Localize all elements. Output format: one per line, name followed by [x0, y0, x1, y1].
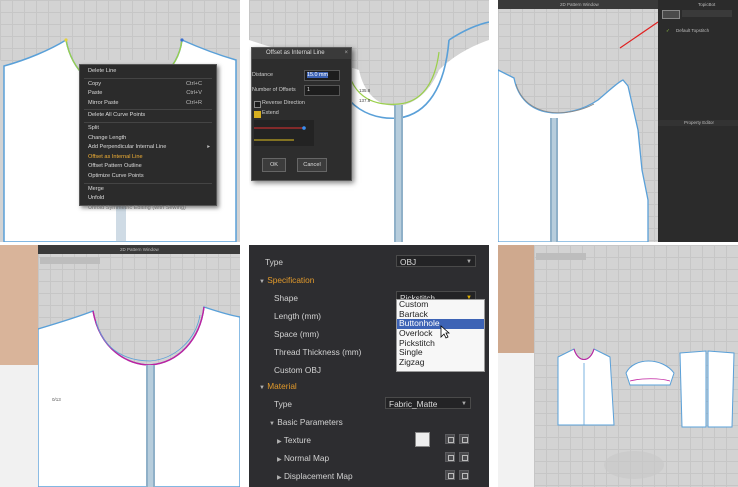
distance-field[interactable]: 15.0 mm: [304, 70, 340, 81]
ok-button[interactable]: OK: [262, 158, 286, 172]
menu-item[interactable]: Copy Ctrl+C: [80, 80, 216, 90]
custom-obj-label: Custom OBJ: [274, 365, 322, 375]
texture-browse-icon[interactable]: [445, 434, 455, 444]
material-type-label: Type: [274, 399, 292, 409]
avatar-render: [498, 245, 534, 487]
cursor-icon: [440, 325, 450, 339]
menu-item-disabled: Unfold Symmetric Editing (with Sewing): [88, 204, 186, 211]
panel-context-menu: Delete Line Copy Ctrl+C Paste Ctrl+V Mirro…: [0, 0, 240, 242]
submenu-arrow-icon: ▸: [207, 144, 210, 151]
pattern-canvas-6[interactable]: [534, 245, 738, 487]
shape-label: Shape: [274, 293, 298, 303]
menu-item[interactable]: Add Perpendicular Internal Line ▸: [80, 143, 216, 153]
property-editor-header: Property Editor: [684, 120, 715, 125]
thread-label: Thread Thickness (mm): [274, 347, 362, 357]
close-icon[interactable]: ×: [344, 48, 348, 59]
offsets-field[interactable]: 1: [304, 85, 340, 96]
menu-item[interactable]: Paste Ctrl+V: [80, 89, 216, 99]
side-panel: TopicBot Default Topstitch ✓ Property Ed…: [658, 0, 738, 242]
cancel-button[interactable]: Cancel: [297, 158, 327, 172]
length-label: Length (mm): [274, 311, 322, 321]
offset-preview-icon: [254, 120, 314, 146]
avatar-render: [0, 245, 38, 487]
menu-item[interactable]: Optimize Curve Points: [80, 172, 216, 182]
normal-map-delete-icon[interactable]: [459, 452, 469, 462]
topstitch-list-item[interactable]: Default Topstitch: [676, 28, 709, 33]
texture-delete-icon[interactable]: [459, 434, 469, 444]
specification-section[interactable]: ▼ Specification: [259, 275, 314, 285]
displacement-delete-icon[interactable]: [459, 470, 469, 480]
menu-item[interactable]: Delete Line: [80, 67, 216, 77]
displacement-browse-icon[interactable]: [445, 470, 455, 480]
panel-property-editor: Type OBJ ▼ ▼ Specification Shape Pickstit…: [249, 245, 489, 487]
menu-item[interactable]: Offset Pattern Outline: [80, 162, 216, 172]
dropdown-option[interactable]: Zigzag: [397, 357, 484, 368]
check-icon: ✓: [666, 28, 670, 33]
panel-seam-view: 2D Pattern Window 0/13: [0, 245, 240, 487]
type-select[interactable]: OBJ ▼: [396, 255, 476, 267]
measure-label: 137.8: [359, 98, 371, 103]
panel-topstitch-window: 2D Pattern Window TopicBot Default Topst…: [498, 0, 738, 242]
material-type-select[interactable]: Fabric_Matte ▼: [385, 397, 471, 409]
panel-3d-garment: [498, 245, 738, 487]
displacement-row[interactable]: ▶ Displacement Map: [277, 471, 353, 481]
pattern-canvas-4[interactable]: [38, 245, 240, 487]
texture-swatch[interactable]: [415, 432, 430, 447]
menu-item[interactable]: Split: [80, 124, 216, 134]
add-topstitch-button[interactable]: [662, 10, 680, 19]
pattern-canvas-3[interactable]: [498, 0, 658, 242]
offsets-label: Number of Offsets: [252, 87, 296, 93]
dialog-titlebar[interactable]: Offset as Internal Line ×: [252, 48, 351, 59]
measure-label: 0/13: [52, 397, 61, 402]
menu-item[interactable]: Unfold: [80, 194, 216, 204]
toolbar-strip: [682, 10, 732, 17]
offset-dialog: Offset as Internal Line × Distance 15.0 m…: [251, 47, 352, 181]
normal-map-row[interactable]: ▶ Normal Map: [277, 453, 329, 463]
menu-item[interactable]: Delete All Curve Points: [80, 111, 216, 121]
side-panel-title: TopicBot: [698, 2, 716, 7]
basic-params-section[interactable]: ▼ Basic Parameters: [269, 417, 343, 427]
menu-item-offset-internal-line[interactable]: Offset as Internal Line: [80, 153, 216, 163]
normal-map-browse-icon[interactable]: [445, 452, 455, 462]
space-label: Space (mm): [274, 329, 320, 339]
menu-item[interactable]: Merge: [80, 185, 216, 195]
extend-label: Extend: [262, 110, 279, 116]
panel-offset-dialog: 135.8 137.8 Offset as Internal Line × Dis…: [249, 0, 489, 242]
context-menu: Delete Line Copy Ctrl+C Paste Ctrl+V Mirro…: [79, 64, 217, 211]
measure-label: 135.8: [359, 88, 371, 93]
extend-checkbox[interactable]: [254, 111, 261, 118]
texture-row[interactable]: ▶ Texture: [277, 435, 311, 445]
menu-item[interactable]: Mirror Paste Ctrl+R: [80, 99, 216, 109]
menu-item[interactable]: Change Length: [80, 134, 216, 144]
type-label: Type: [265, 257, 283, 267]
red-arrow: [619, 21, 658, 49]
distance-label: Distance: [252, 72, 273, 78]
reverse-label: Reverse Direction: [262, 100, 305, 106]
material-section[interactable]: ▼ Material: [259, 381, 297, 391]
reverse-checkbox[interactable]: [254, 101, 261, 108]
